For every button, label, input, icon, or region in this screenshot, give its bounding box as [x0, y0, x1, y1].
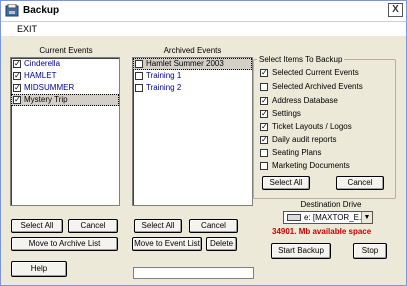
chevron-down-icon[interactable]: ▼ [361, 212, 372, 223]
backup-items-title: Select Items To Backup [257, 55, 345, 64]
backup-select-all-button[interactable]: Select All [262, 176, 310, 190]
current-cancel-button[interactable]: Cancel [68, 219, 118, 233]
checkbox[interactable]: ✓ [260, 96, 268, 105]
checkbox[interactable]: ✓ [13, 96, 21, 104]
delete-button[interactable]: Delete [206, 237, 237, 251]
checkbox[interactable]: ✓ [13, 84, 21, 92]
close-icon: X [392, 4, 399, 15]
backup-cancel-button[interactable]: Cancel [336, 176, 384, 190]
checkbox[interactable]: ✓ [13, 72, 21, 80]
list-item-selected[interactable]: ✓ Mystery Trip [11, 94, 119, 106]
archived-cancel-button[interactable]: Cancel [189, 219, 238, 233]
checkbox[interactable]: ✓ [260, 122, 268, 131]
help-button[interactable]: Help [11, 261, 67, 277]
option-daily-audit-reports[interactable]: ✓ Daily audit reports [260, 134, 336, 146]
available-space: 34901. Mb available space [272, 227, 372, 236]
destination-drive-select[interactable]: e: [MAXTOR_E...] ▼ [283, 211, 373, 224]
option-address-database[interactable]: ✓ Address Database [260, 95, 338, 107]
title-bar[interactable]: Backup X [1, 1, 406, 22]
list-item[interactable]: ✓ MIDSUMMER [11, 82, 119, 94]
checkbox[interactable]: ✓ [260, 68, 268, 77]
move-to-archive-button[interactable]: Move to Archive List [11, 237, 118, 251]
window-title: Backup [23, 5, 60, 16]
start-backup-button[interactable]: Start Backup [271, 243, 331, 259]
option-selected-archived-events[interactable]: Selected Archived Events [260, 81, 363, 93]
archived-events-label: Archived Events [163, 46, 222, 55]
progress-area [133, 267, 254, 279]
checkbox[interactable]: ✓ [13, 60, 21, 68]
list-item[interactable]: ✓ HAMLET [11, 70, 119, 82]
option-settings[interactable]: ✓ Settings [260, 108, 301, 120]
option-selected-current-events[interactable]: ✓ Selected Current Events [260, 67, 359, 79]
checkbox[interactable]: ✓ [260, 109, 268, 118]
list-item[interactable]: Training 2 [133, 82, 252, 94]
backup-app-icon [5, 4, 19, 17]
archived-events-list[interactable]: Hamlet Summer 2003 Training 1 Training 2 [132, 57, 253, 206]
option-ticket-layouts-logos[interactable]: ✓ Ticket Layouts / Logos [260, 121, 352, 133]
current-events-list[interactable]: ✓ Cinderella ✓ HAMLET ✓ MIDSUMMER ✓ Myst… [10, 57, 120, 206]
archived-select-all-button[interactable]: Select All [134, 219, 182, 233]
list-item[interactable]: Training 1 [133, 70, 252, 82]
checkbox[interactable]: ✓ [260, 135, 268, 144]
checkbox[interactable] [135, 84, 143, 92]
move-to-event-list-button[interactable]: Move to Event List [132, 237, 202, 251]
list-item-selected[interactable]: Hamlet Summer 2003 [133, 58, 252, 70]
menu-bar: EXIT [1, 22, 406, 36]
menu-exit[interactable]: EXIT [17, 24, 37, 34]
destination-drive-label: Destination Drive [300, 200, 362, 209]
checkbox[interactable] [135, 60, 143, 68]
checkbox[interactable] [260, 161, 268, 170]
current-select-all-button[interactable]: Select All [11, 219, 63, 233]
list-item[interactable]: ✓ Cinderella [11, 58, 119, 70]
drive-icon [287, 214, 301, 221]
checkbox[interactable] [260, 82, 268, 91]
checkbox[interactable] [260, 148, 268, 157]
close-button[interactable]: X [388, 3, 403, 17]
option-seating-plans[interactable]: Seating Plans [260, 147, 321, 159]
stop-button[interactable]: Stop [353, 243, 387, 259]
option-marketing-documents[interactable]: Marketing Documents [260, 160, 350, 172]
current-events-label: Current Events [39, 46, 93, 55]
backup-window: Backup X EXIT Current Events ✓ Cinderell… [0, 0, 407, 286]
checkbox[interactable] [135, 72, 143, 80]
